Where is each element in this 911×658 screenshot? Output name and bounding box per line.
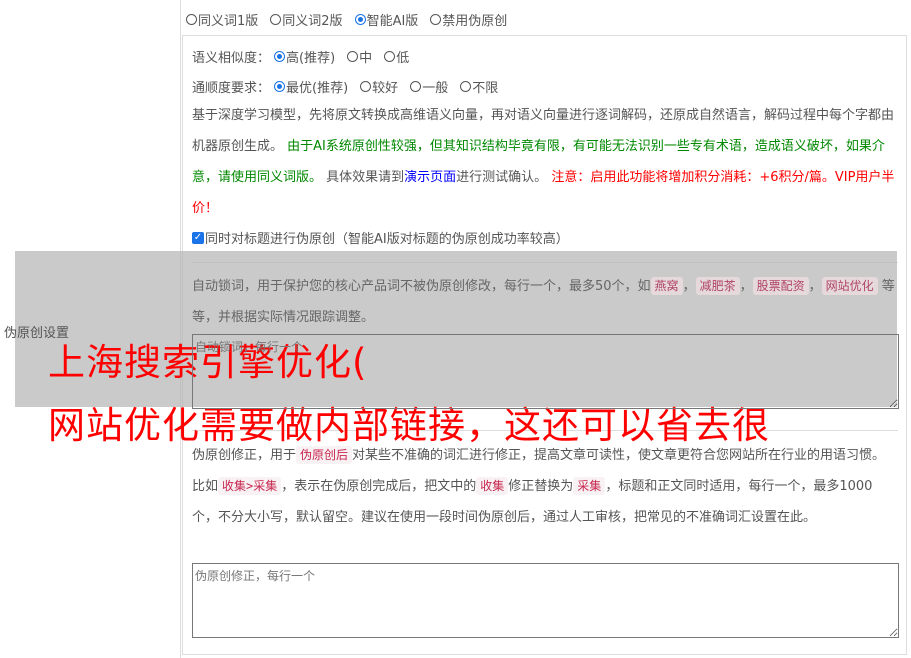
sep: ， <box>739 279 753 294</box>
radio-icon <box>410 81 422 92</box>
checkbox-checked-icon: ✓ <box>192 231 204 244</box>
fluency-best[interactable]: 最优(推荐) <box>274 77 348 96</box>
code-snippet: 收集 <box>476 477 509 495</box>
radio-icon <box>270 14 282 25</box>
radio-icon <box>360 81 372 92</box>
example-keyword: 燕窝 <box>650 277 683 295</box>
correction-description: 伪原创修正，用于 伪原创后 对某些不准确的词汇进行修正，提高文章可读性，使文章更符合… <box>192 440 898 533</box>
code-snippet: 采集 <box>573 477 606 495</box>
fluency-any[interactable]: 不限 <box>460 77 498 96</box>
radio-icon <box>347 51 359 62</box>
sep: ， <box>808 279 822 294</box>
similarity-medium[interactable]: 中 <box>347 47 372 66</box>
radio-label: 智能AI版 <box>366 14 419 29</box>
title-rewrite-checkbox[interactable]: ✓ 同时对标题进行伪原创（智能AI版对标题的伪原创成功率较高） <box>192 228 569 247</box>
mode-radio-synonym2[interactable]: 同义词2版 <box>270 10 343 29</box>
test-text-suffix: 进行测试确认。 <box>456 170 548 185</box>
code-snippet: 收集>采集 <box>218 477 282 495</box>
radio-checked-icon <box>354 14 366 25</box>
similarity-low[interactable]: 低 <box>384 47 409 66</box>
lock-words-textarea[interactable] <box>192 334 899 409</box>
sep: ， <box>682 279 696 294</box>
lock-words-description: 自动锁词，用于保护您的核心产品词不被伪原创修改，每行一个，最多50个，如 燕窝，减… <box>192 271 898 333</box>
fluency-row: 通顺度要求： 最优(推荐) 较好 一般 不限 <box>192 77 510 96</box>
fluency-good[interactable]: 较好 <box>360 77 398 96</box>
mode-radio-synonym1[interactable]: 同义词1版 <box>186 10 258 29</box>
section-label: 伪原创设置 <box>4 322 69 341</box>
radio-label: 高(推荐) <box>286 51 336 66</box>
radio-label: 同义词1版 <box>198 14 259 29</box>
radio-checked-icon <box>274 81 286 92</box>
demo-page-link[interactable]: 演示页面 <box>404 170 456 185</box>
text: 伪原创修正，用于 <box>192 448 297 463</box>
divider <box>192 430 898 431</box>
ai-description: 基于深度学习模型，先将原文转换成高维语义向量，再对语义向量进行逐词解码，还原成自… <box>192 100 898 224</box>
mode-radio-group: 同义词1版 同义词2版 智能AI版 禁用伪原创 <box>186 10 519 29</box>
similarity-row: 语义相似度： 高(推荐) 中 低 <box>192 47 421 66</box>
radio-label: 不限 <box>472 81 499 96</box>
text: 修正替换为 <box>508 479 574 494</box>
correction-textarea[interactable] <box>192 563 899 638</box>
example-keyword: 股票配资 <box>752 277 809 295</box>
radio-label: 中 <box>359 51 373 66</box>
radio-label: 低 <box>396 51 410 66</box>
mode-radio-disable[interactable]: 禁用伪原创 <box>430 10 507 29</box>
lock-text: 自动锁词，用于保护您的核心产品词不被伪原创修改，每行一个，最多50个，如 <box>192 279 651 294</box>
fluency-normal[interactable]: 一般 <box>410 77 448 96</box>
example-keyword: 减肥茶 <box>695 277 740 295</box>
text: ，表示在伪原创完成后，把文中的 <box>281 479 477 494</box>
test-text: 具体效果请到 <box>322 170 405 185</box>
similarity-label: 语义相似度： <box>192 51 271 66</box>
radio-icon <box>460 81 472 92</box>
radio-icon <box>186 14 197 25</box>
radio-label: 较好 <box>372 81 399 96</box>
mode-radio-ai[interactable]: 智能AI版 <box>354 10 419 29</box>
checkbox-label: 同时对标题进行伪原创（智能AI版对标题的伪原创成功率较高） <box>205 232 569 247</box>
radio-label: 一般 <box>422 81 449 96</box>
code-snippet: 伪原创后 <box>296 446 353 464</box>
radio-label: 禁用伪原创 <box>442 14 508 29</box>
radio-label: 同义词2版 <box>282 14 343 29</box>
section-label-text: 伪原创设置 <box>4 326 70 341</box>
fluency-label: 通顺度要求： <box>192 81 271 96</box>
radio-icon <box>384 51 396 62</box>
radio-icon <box>430 14 442 25</box>
radio-checked-icon <box>274 51 286 62</box>
similarity-high[interactable]: 高(推荐) <box>274 47 335 66</box>
radio-label: 最优(推荐) <box>286 81 349 96</box>
example-keyword: 网站优化 <box>821 277 878 295</box>
